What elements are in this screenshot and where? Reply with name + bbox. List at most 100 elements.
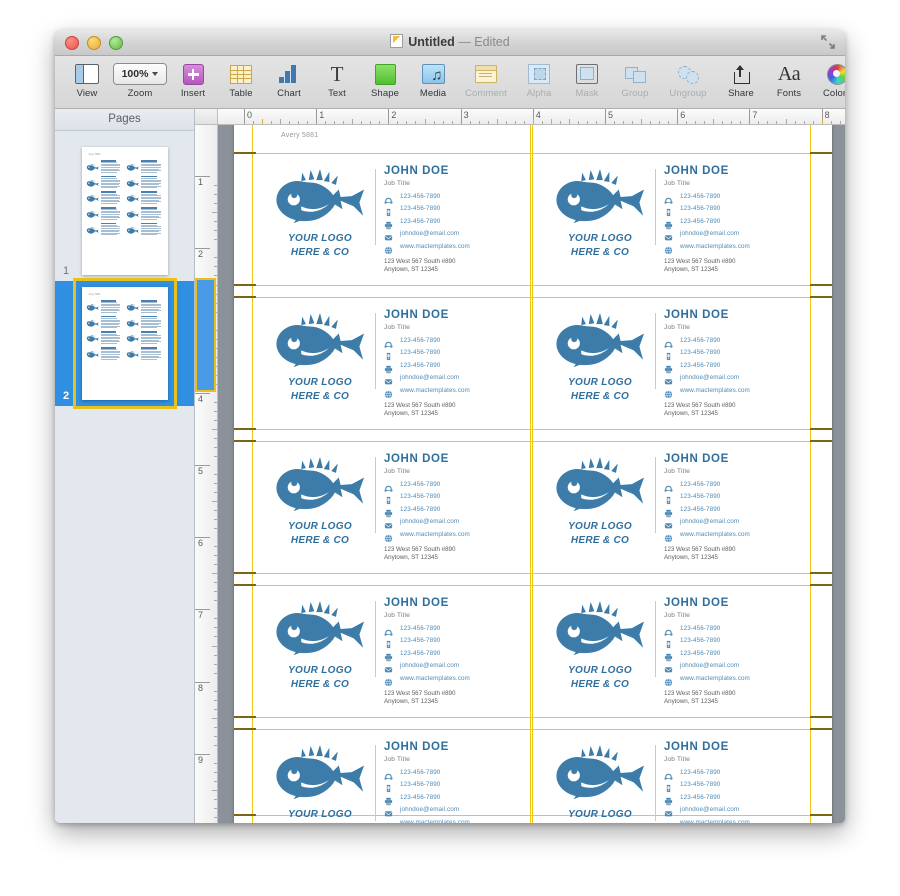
address-line-1: 123 West 567 South #890	[384, 545, 456, 553]
toolbar-ungroup-button[interactable]: Ungroup	[659, 60, 717, 99]
ruler-label: 5	[198, 466, 204, 476]
thumbnail-card	[86, 330, 124, 344]
fish-logo-icon	[126, 194, 139, 202]
card-divider	[655, 457, 656, 533]
contact-row: 123-456-7890	[664, 361, 808, 373]
fish-logo	[273, 599, 367, 659]
toolbar-media-button[interactable]: Media	[409, 60, 457, 99]
globe-icon	[384, 242, 393, 254]
toolbar-comment-button[interactable]: Comment	[457, 60, 515, 99]
toolbar-group-button[interactable]: Group	[611, 60, 659, 99]
ruler-tick-major	[749, 109, 751, 124]
toolbar-zoom-control[interactable]: 100% Zoom	[111, 60, 169, 99]
address-line-2: Anytown, ST 12345	[384, 266, 438, 274]
toolbar-insert-button[interactable]: Insert	[169, 60, 217, 99]
business-card[interactable]: YOUR LOGO HERE & CO JOHN DOE Job Title 123-4…	[256, 445, 528, 569]
globe-icon	[384, 678, 393, 686]
layout-guide-horizontal	[234, 441, 832, 442]
vertical-ruler[interactable]: 12345678910	[195, 125, 218, 823]
mobile-phone-icon	[384, 204, 393, 217]
zoom-dropdown[interactable]: 100%	[113, 63, 167, 85]
card-details-block: JOHN DOE Job Title 123-456-7890 123-456-789…	[375, 301, 528, 419]
shape-icon	[374, 63, 396, 85]
contact-row: 123-456-7890	[664, 348, 808, 361]
ruler-tick	[478, 121, 480, 124]
globe-icon	[664, 386, 673, 398]
fish-logo-icon	[556, 312, 645, 368]
toolbar-colors-button[interactable]: Colors	[813, 60, 845, 99]
fish-logo-icon	[276, 744, 365, 800]
fullscreen-icon[interactable]	[821, 35, 835, 49]
card-job-title: Job Title	[384, 612, 411, 619]
business-card[interactable]: YOUR LOGO HERE & CO JOHN DOE Job Title 123-4…	[256, 301, 528, 425]
toolbar-share-button[interactable]: Share	[717, 60, 765, 99]
globe-icon	[664, 674, 673, 686]
document-canvas[interactable]: Avery 5881 YOUR LOGO HERE & CO JOHN DOE Job…	[218, 125, 845, 823]
media-icon	[421, 64, 445, 84]
globe-icon	[384, 386, 393, 398]
thumbnail-fish-icon	[126, 330, 139, 342]
page-thumbnail-item[interactable]: Avery 5881 1	[55, 141, 194, 281]
contact-value: 123-456-7890	[680, 505, 721, 513]
horizontal-ruler[interactable]: 0 1 2 3 4 5 6 7 8	[218, 109, 845, 125]
logo-text: YOUR LOGO HERE & CO	[568, 376, 632, 403]
contact-row: 123-456-7890	[664, 492, 808, 505]
fax-icon	[664, 793, 673, 805]
business-card[interactable]: YOUR LOGO HERE & CO JOHN DOE Job Title 123-4…	[256, 589, 528, 713]
ruler-tick	[253, 121, 255, 124]
toolbar-shape-button[interactable]: Shape	[361, 60, 409, 99]
fish-logo	[273, 743, 367, 803]
page-thumbnail[interactable]: Avery 5881	[72, 278, 177, 409]
toolbar-label: Text	[328, 88, 346, 99]
contact-row: 123-456-7890	[384, 505, 528, 517]
thumbnail-text-lines	[100, 222, 124, 236]
ruler-label: 9	[198, 754, 204, 765]
colors-icon	[826, 63, 845, 85]
logo-line-2: HERE & CO	[290, 390, 350, 402]
globe-icon	[386, 822, 391, 823]
business-card[interactable]: YOUR LOGO HERE & CO JOHN DOE Job Title 123-4…	[536, 733, 808, 823]
business-card[interactable]: YOUR LOGO HERE & CO JOHN DOE Job Title 123-4…	[256, 733, 528, 823]
ruler-tick	[514, 121, 516, 124]
document-area: 012345678 12345678910 Avery 5881 YOUR LO…	[195, 109, 845, 823]
toolbar-fonts-button[interactable]: Aa Fonts	[765, 60, 813, 99]
window-body: Pages Avery 5881 1 Avery 5881 2 0 1 2 3 4 5 6 7 8 1…	[55, 109, 845, 823]
ruler-tick	[415, 121, 417, 124]
globe-icon	[666, 822, 671, 823]
page-thumbnail[interactable]: Avery 5881	[81, 147, 168, 275]
fish-logo-icon	[86, 226, 99, 234]
ruler-tick	[214, 654, 217, 656]
ruler-tick	[794, 121, 796, 124]
fax-icon	[664, 505, 673, 517]
layout-guide-horizontal	[234, 573, 832, 574]
business-card[interactable]: YOUR LOGO HERE & CO JOHN DOE Job Title 123-4…	[536, 157, 808, 281]
card-details-block: JOHN DOE Job Title 123-456-7890 123-456-789…	[655, 157, 808, 275]
business-card[interactable]: YOUR LOGO HERE & CO JOHN DOE Job Title 123-4…	[536, 589, 808, 713]
ruler-tick	[214, 699, 217, 701]
ruler-selection-range[interactable]	[195, 278, 216, 392]
business-card[interactable]: YOUR LOGO HERE & CO JOHN DOE Job Title 123-4…	[536, 445, 808, 569]
thumbnail-row	[86, 159, 164, 173]
document-page[interactable]: Avery 5881 YOUR LOGO HERE & CO JOHN DOE Job…	[234, 125, 832, 823]
toolbar-table-button[interactable]: Table	[217, 60, 265, 99]
contact-value: 123-456-7890	[680, 217, 721, 225]
page-thumbnail-item[interactable]: Avery 5881 2	[55, 278, 194, 409]
contact-row: 123-456-7890	[384, 361, 528, 373]
toolbar-alpha-button[interactable]: Alpha	[515, 60, 563, 99]
toolbar-view-button[interactable]: View	[63, 60, 111, 99]
toolbar-mask-button[interactable]: Mask	[563, 60, 611, 99]
fish-logo	[273, 455, 367, 515]
logo-line-2: HERE & CO	[290, 246, 350, 258]
toolbar-chart-button[interactable]: Chart	[265, 60, 313, 99]
card-contact-list: 123-456-7890 123-456-7890 123-456-7890 john…	[664, 336, 808, 398]
ruler-label: 4	[198, 393, 204, 404]
template-label: Avery 5881	[281, 132, 319, 139]
ruler-tick	[406, 121, 408, 124]
logo-text: YOUR LOGO HERE & CO	[288, 232, 352, 259]
toolbar-text-button[interactable]: T Text	[313, 60, 361, 100]
logo-line-2: HERE & CO	[290, 534, 350, 546]
address-line-1: 123 West 567 South #890	[664, 545, 736, 553]
business-card[interactable]: YOUR LOGO HERE & CO JOHN DOE Job Title 123-4…	[536, 301, 808, 425]
business-card[interactable]: YOUR LOGO HERE & CO JOHN DOE Job Title 123-4…	[256, 157, 528, 281]
ruler-tick	[214, 266, 217, 268]
